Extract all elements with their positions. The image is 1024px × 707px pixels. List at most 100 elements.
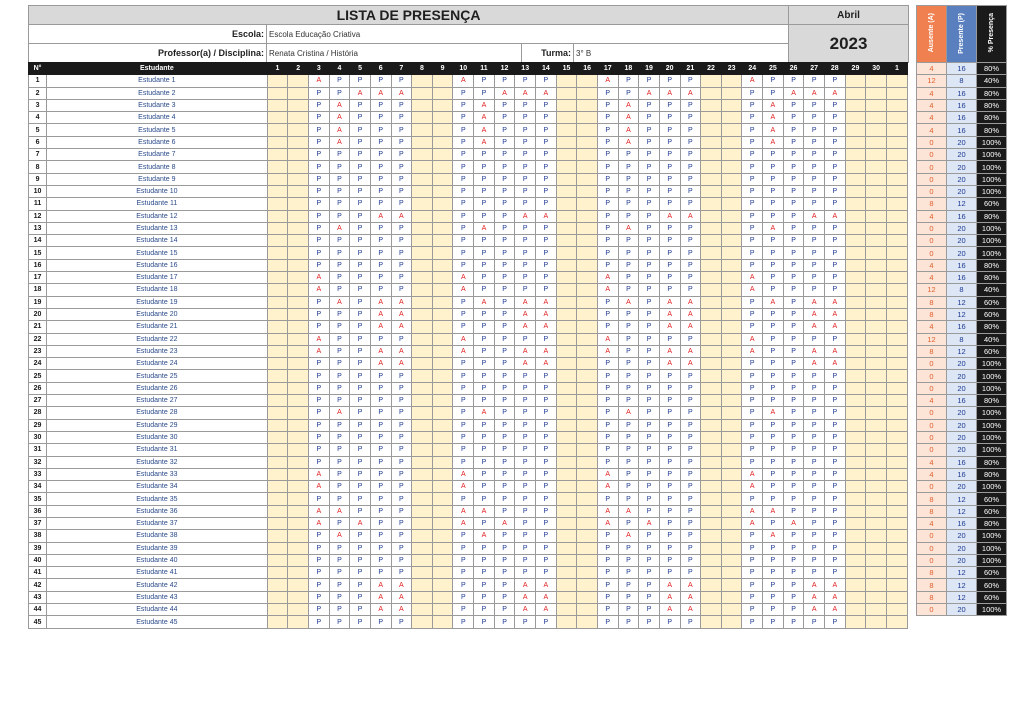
attendance-absent[interactable]: A [762,98,784,113]
attendance-absent[interactable]: A [328,221,351,236]
student-name[interactable]: Estudante 27 [46,394,268,408]
attendance-present[interactable]: P [307,406,330,420]
attendance-present[interactable]: P [617,258,640,273]
attendance-present[interactable]: P [741,578,764,592]
attendance-absent[interactable]: A [596,271,619,285]
attendance-present[interactable]: P [452,418,475,432]
attendance-empty[interactable] [576,615,598,629]
attendance-present[interactable]: P [473,320,495,334]
attendance-empty[interactable] [555,381,578,396]
attendance-empty[interactable] [555,603,578,617]
attendance-present[interactable]: P [514,492,537,506]
attendance-present[interactable]: P [596,566,619,580]
attendance-present[interactable]: P [369,246,392,260]
attendance-empty[interactable] [700,258,722,273]
attendance-present[interactable]: P [823,246,846,260]
attendance-empty[interactable] [287,123,309,137]
attendance-present[interactable]: P [493,480,516,494]
attendance-present[interactable]: P [617,332,640,346]
attendance-present[interactable]: P [514,111,537,125]
attendance-present[interactable]: P [535,394,557,408]
attendance-present[interactable]: P [452,553,475,568]
attendance-empty[interactable] [411,98,433,113]
attendance-absent[interactable]: A [452,344,475,359]
attendance-present[interactable]: P [493,443,516,457]
attendance-present[interactable]: P [803,615,825,629]
attendance-present[interactable]: P [679,406,702,420]
attendance-empty[interactable] [720,381,743,396]
attendance-present[interactable]: P [617,430,640,445]
attendance-present[interactable]: P [328,430,351,445]
attendance-absent[interactable]: A [803,209,825,223]
attendance-present[interactable]: P [452,443,475,457]
student-name[interactable]: Estudante 13 [46,221,268,236]
attendance-empty[interactable] [431,578,454,592]
attendance-present[interactable]: P [741,295,764,309]
attendance-empty[interactable] [865,148,887,162]
attendance-present[interactable]: P [617,197,640,211]
attendance-present[interactable]: P [535,615,557,629]
attendance-absent[interactable]: A [741,480,764,494]
attendance-empty[interactable] [411,221,433,236]
attendance-present[interactable]: P [473,172,495,186]
attendance-empty[interactable] [720,74,743,88]
attendance-present[interactable]: P [617,184,640,199]
attendance-present[interactable]: P [349,209,371,223]
school-field[interactable]: Escola Educação Criativa [265,24,790,44]
attendance-empty[interactable] [576,295,598,309]
attendance-present[interactable]: P [473,516,495,531]
attendance-empty[interactable] [411,603,433,617]
attendance-absent[interactable]: A [638,86,660,100]
attendance-present[interactable]: P [638,615,660,629]
attendance-present[interactable]: P [369,455,392,469]
attendance-absent[interactable]: A [823,86,846,100]
attendance-empty[interactable] [555,320,578,334]
attendance-present[interactable]: P [823,283,846,297]
attendance-present[interactable]: P [307,369,330,383]
student-name[interactable]: Estudante 21 [46,320,268,334]
attendance-empty[interactable] [266,221,289,236]
attendance-present[interactable]: P [762,492,784,506]
attendance-present[interactable]: P [596,234,619,248]
attendance-absent[interactable]: A [514,307,537,322]
attendance-present[interactable]: P [493,492,516,506]
attendance-empty[interactable] [844,369,867,383]
attendance-empty[interactable] [576,566,598,580]
attendance-present[interactable]: P [390,369,413,383]
attendance-present[interactable]: P [473,603,495,617]
attendance-present[interactable]: P [679,443,702,457]
student-name[interactable]: Estudante 2 [46,86,268,100]
attendance-present[interactable]: P [741,492,764,506]
attendance-present[interactable]: P [596,529,619,543]
attendance-empty[interactable] [287,566,309,580]
attendance-absent[interactable]: A [617,135,640,150]
attendance-empty[interactable] [266,418,289,432]
attendance-present[interactable]: P [803,135,825,150]
attendance-empty[interactable] [555,516,578,531]
attendance-absent[interactable]: A [679,590,702,605]
attendance-present[interactable]: P [762,578,784,592]
attendance-empty[interactable] [865,209,887,223]
attendance-present[interactable]: P [349,394,371,408]
attendance-present[interactable]: P [452,578,475,592]
attendance-present[interactable]: P [328,480,351,494]
attendance-empty[interactable] [576,467,598,482]
attendance-absent[interactable]: A [473,529,495,543]
attendance-empty[interactable] [576,221,598,236]
attendance-empty[interactable] [885,98,909,113]
attendance-empty[interactable] [576,541,598,555]
attendance-present[interactable]: P [328,148,351,162]
attendance-present[interactable]: P [328,590,351,605]
attendance-present[interactable]: P [782,209,805,223]
attendance-present[interactable]: P [328,172,351,186]
attendance-empty[interactable] [576,406,598,420]
attendance-empty[interactable] [700,209,722,223]
attendance-empty[interactable] [266,184,289,199]
attendance-present[interactable]: P [638,406,660,420]
attendance-empty[interactable] [411,307,433,322]
attendance-present[interactable]: P [782,418,805,432]
attendance-empty[interactable] [885,295,909,309]
attendance-present[interactable]: P [514,332,537,346]
attendance-empty[interactable] [431,344,454,359]
attendance-empty[interactable] [865,357,887,371]
